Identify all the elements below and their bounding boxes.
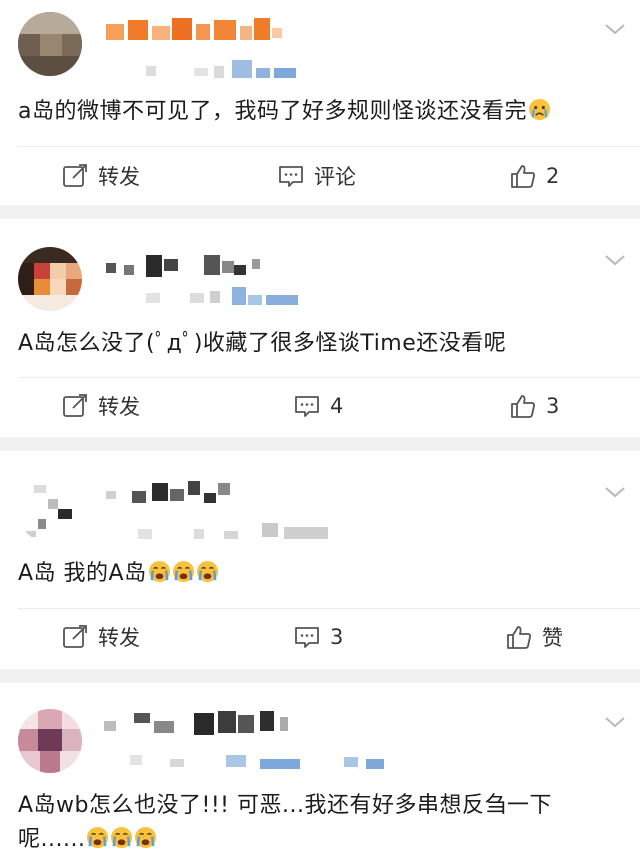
timestamp-mosaic (146, 60, 306, 84)
avatar[interactable] (18, 12, 82, 76)
repost-icon (63, 625, 87, 648)
username-mosaic[interactable] (106, 255, 266, 279)
username-mosaic[interactable] (106, 481, 236, 505)
action-bar: 转发 4 3 (0, 377, 640, 435)
comment-icon (279, 166, 303, 187)
crying-face-icon (111, 826, 133, 849)
comment-label: 评论 (314, 165, 356, 189)
avatar[interactable] (18, 479, 82, 543)
comment-text: A岛 我的A岛 (18, 557, 626, 591)
like-count: 2 (546, 164, 560, 188)
comment-card: a岛的微博不可见了，我码了好多规则怪谈还没看完 转发 评论 2 (0, 0, 640, 205)
comment-button[interactable]: 4 (294, 377, 343, 435)
thumbs-up-icon (507, 626, 531, 649)
username-mosaic[interactable] (104, 711, 304, 735)
crying-face-icon (148, 560, 170, 583)
comment-feed: a岛的微博不可见了，我码了好多规则怪谈还没看完 转发 评论 2 A岛怎么没了(ﾟ… (0, 0, 640, 868)
comment-count: 3 (330, 625, 344, 649)
chevron-down-icon[interactable] (604, 253, 626, 267)
avatar[interactable] (18, 709, 82, 773)
comment-button[interactable]: 3 (294, 608, 343, 666)
thumbs-up-icon (511, 395, 535, 418)
comment-icon (295, 396, 319, 417)
repost-label: 转发 (98, 395, 140, 419)
repost-label: 转发 (98, 626, 140, 650)
action-bar: 转发 评论 2 (0, 147, 640, 205)
action-bar: 转发 3 赞 (0, 608, 640, 666)
crying-face-icon (196, 560, 218, 583)
repost-label: 转发 (98, 165, 140, 189)
comment-text: A岛wb怎么也没了!!! 可恶...我还有好多串想反刍一下 呢...... (18, 793, 552, 852)
timestamp-mosaic (146, 287, 306, 311)
crying-face-icon (135, 826, 157, 849)
like-button[interactable]: 赞 (506, 608, 563, 666)
comment-icon (295, 627, 319, 648)
comment-card: A岛wb怎么也没了!!! 可恶...我还有好多串想反刍一下 呢...... (0, 683, 640, 868)
avatar[interactable] (18, 247, 82, 311)
repost-button[interactable]: 转发 (62, 377, 140, 435)
repost-icon (63, 394, 87, 417)
comment-card: A岛怎么没了(ﾟдﾟ)收藏了很多怪谈Time还没看呢 转发 4 3 (0, 219, 640, 437)
comment-text: A岛怎么没了(ﾟдﾟ)收藏了很多怪谈Time还没看呢 (18, 331, 507, 356)
chevron-down-icon[interactable] (604, 715, 626, 729)
comment-text: a岛的微博不可见了，我码了好多规则怪谈还没看完 (18, 95, 626, 129)
thumbs-up-icon (511, 165, 535, 188)
chevron-down-icon[interactable] (604, 22, 626, 36)
like-label: 赞 (542, 626, 563, 650)
username-mosaic[interactable] (104, 18, 284, 42)
crying-face-icon (87, 826, 109, 849)
timestamp-mosaic (130, 751, 390, 775)
crying-face-icon (528, 98, 551, 121)
repost-button[interactable]: 转发 (62, 147, 140, 205)
like-button[interactable]: 3 (510, 377, 559, 435)
repost-icon (63, 164, 87, 187)
like-count: 3 (546, 394, 560, 418)
comment-card: A岛 我的A岛 转发 3 赞 (0, 451, 640, 669)
comment-button[interactable]: 评论 (278, 147, 356, 205)
like-button[interactable]: 2 (510, 147, 559, 205)
timestamp-mosaic (138, 523, 338, 547)
crying-face-icon (172, 560, 194, 583)
comment-count: 4 (330, 394, 344, 418)
repost-button[interactable]: 转发 (62, 608, 140, 666)
chevron-down-icon[interactable] (604, 485, 626, 499)
